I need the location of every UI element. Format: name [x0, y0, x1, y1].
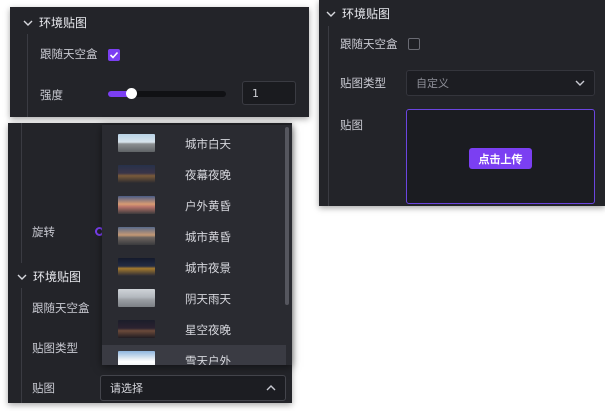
map-type-value: 自定义 [416, 77, 449, 90]
dropdown-option[interactable]: 夜幕夜晚 [102, 159, 286, 190]
map-select[interactable]: 请选择 [100, 375, 286, 401]
map-type-select[interactable]: 自定义 [406, 70, 595, 96]
chevron-down-icon [575, 80, 585, 86]
env-map-header-c[interactable]: 环境贴图 [17, 268, 81, 285]
map-type-label: 贴图类型 [32, 341, 78, 355]
env-thumbnail-image [118, 134, 155, 152]
dropdown-option-label: 阴天雨天 [185, 291, 231, 306]
dropdown-option[interactable]: 雪天户外 [102, 345, 286, 365]
intensity-label: 强度 [40, 88, 63, 102]
section-divider [21, 123, 22, 263]
intensity-input[interactable]: 1 [242, 81, 296, 105]
map-label: 贴图 [32, 381, 55, 395]
intensity-slider[interactable] [108, 88, 226, 99]
section-divider [27, 34, 28, 117]
dropdown-option-label: 星空夜晚 [185, 322, 231, 337]
env-map-header-b[interactable]: 环境贴图 [326, 5, 390, 22]
map-upload-area[interactable]: 点击上传 [406, 109, 595, 204]
env-map-header-a[interactable]: 环境贴图 [23, 14, 87, 31]
dropdown-option[interactable]: 阴天雨天 [102, 283, 286, 314]
section-divider [21, 288, 22, 403]
follow-skybox-checkbox[interactable] [108, 49, 120, 61]
upload-button[interactable]: 点击上传 [469, 148, 532, 169]
env-thumbnail-image [118, 165, 155, 183]
env-thumbnail-image [118, 289, 155, 307]
env-thumbnail-image [118, 196, 155, 214]
follow-skybox-label: 跟随天空盒 [340, 37, 398, 51]
dropdown-option[interactable]: 户外黄昏 [102, 190, 286, 221]
env-map-header-label: 环境贴图 [342, 7, 391, 21]
dropdown-option[interactable]: 城市白天 [102, 128, 286, 159]
map-type-label: 贴图类型 [340, 76, 386, 90]
check-icon [109, 51, 119, 59]
follow-skybox-checkbox[interactable] [408, 38, 420, 50]
map-label: 贴图 [340, 118, 363, 132]
dropdown-scrollbar[interactable] [285, 127, 289, 305]
env-map-header-label: 环境贴图 [39, 16, 88, 30]
env-thumbnail-image [118, 320, 155, 338]
env-map-panel-b: 环境贴图 跟随天空盒 贴图类型 自定义 贴图 点击上传 [319, 0, 605, 206]
env-thumbnail-image [118, 351, 155, 365]
env-thumbnail-image [118, 258, 155, 276]
dropdown-option-label: 城市黄昏 [185, 229, 231, 244]
map-select-value: 请选择 [110, 382, 143, 395]
env-map-panel-a: 环境贴图 跟随天空盒 强度 1 [10, 7, 309, 117]
chevron-down-icon [326, 11, 336, 17]
env-thumbnail-image [118, 227, 155, 245]
chevron-up-icon [266, 385, 276, 391]
dropdown-option-label: 雪天户外 [185, 353, 231, 366]
dropdown-option-label: 户外黄昏 [185, 198, 231, 213]
env-map-header-label: 环境贴图 [33, 270, 82, 284]
intensity-slider-handle[interactable] [126, 88, 137, 99]
map-dropdown-list: 城市白天夜幕夜晚户外黄昏城市黄昏城市夜景阴天雨天星空夜晚雪天户外 [102, 125, 292, 365]
dropdown-option-label: 城市白天 [185, 136, 231, 151]
dropdown-option[interactable]: 城市夜景 [102, 252, 286, 283]
dropdown-option[interactable]: 城市黄昏 [102, 221, 286, 252]
chevron-down-icon [23, 20, 33, 26]
chevron-down-icon [17, 274, 27, 280]
dropdown-option-label: 夜幕夜晚 [185, 167, 231, 182]
dropdown-option-label: 城市夜景 [185, 260, 231, 275]
rotate-label: 旋转 [32, 225, 55, 239]
section-divider [328, 26, 329, 206]
dropdown-option[interactable]: 星空夜晚 [102, 314, 286, 345]
follow-skybox-label: 跟随天空盒 [32, 301, 90, 315]
follow-skybox-label: 跟随天空盒 [40, 47, 98, 61]
